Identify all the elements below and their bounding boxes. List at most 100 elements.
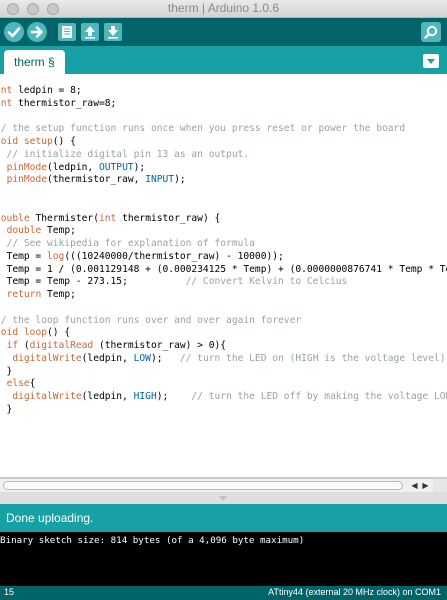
verify-button[interactable] — [4, 22, 24, 42]
tab-therm[interactable]: therm § — [4, 50, 65, 74]
code-token: (ledpin, — [47, 161, 99, 173]
save-sketch-button[interactable] — [104, 23, 122, 41]
code-token: ); — [174, 174, 186, 186]
code-token: digitalWrite — [12, 352, 82, 364]
code-token: } — [0, 187, 1, 198]
code-line[interactable]: // the loop function runs over and over … — [0, 315, 447, 328]
code-token: Temp; — [47, 225, 76, 237]
code-line[interactable]: double Temp; — [0, 225, 447, 238]
code-line[interactable]: int ledpin = 8; — [0, 85, 447, 98]
code-token: // the setup function runs once when you… — [0, 123, 406, 135]
code-token: setup — [23, 136, 53, 147]
code-token: OUTPUT — [98, 161, 134, 173]
code-line[interactable]: return Temp; — [0, 289, 447, 302]
serial-monitor-button[interactable] — [421, 22, 441, 42]
code-line[interactable]: ​ — [0, 200, 447, 213]
magnifier-icon — [424, 25, 438, 39]
code-line[interactable]: } — [0, 429, 447, 442]
code-token: INPUT — [145, 174, 175, 186]
code-token: // See wikipedia for explanation of form… — [0, 238, 255, 249]
window-title: therm | Arduino 1.0.6 — [167, 1, 280, 15]
code-line[interactable]: void loop() { — [0, 327, 447, 340]
code-token: // initialize digital pin 13 as an outpu… — [0, 148, 250, 160]
console-output[interactable]: Binary sketch size: 814 bytes (of a 4,09… — [0, 532, 447, 586]
upload-button[interactable] — [27, 22, 47, 42]
code-line[interactable]: ​ — [0, 111, 447, 124]
code-token: } — [6, 403, 13, 415]
line-number: 15 — [4, 587, 15, 597]
code-line[interactable]: Temp = Temp - 273.15; // Convert Kelvin … — [0, 276, 447, 289]
console-line: Binary sketch size: 814 bytes (of a 4,09… — [0, 535, 305, 546]
code-text[interactable]: int ledpin = 8;int thermistor_raw=8;​// … — [0, 85, 447, 442]
triangle-down-icon — [427, 59, 435, 64]
code-token: } — [6, 365, 13, 377]
code-line[interactable]: } — [0, 404, 447, 417]
code-token: (ledpin, — [81, 391, 134, 402]
code-token: Temp; — [47, 289, 76, 300]
code-line[interactable]: ​ — [0, 417, 447, 430]
code-token: (ledpin, — [81, 352, 134, 364]
code-line[interactable]: digitalWrite(ledpin, LOW); // turn the L… — [0, 353, 447, 366]
scroll-left-arrow-icon[interactable]: ◀ — [409, 481, 420, 491]
code-token: return — [6, 289, 47, 300]
up-arrow-icon — [85, 26, 95, 39]
code-line[interactable]: } — [0, 302, 447, 315]
code-token: double — [0, 212, 30, 224]
pane-divider[interactable] — [0, 492, 447, 504]
code-editor[interactable]: int ledpin = 8;int thermistor_raw=8;​// … — [0, 74, 447, 478]
code-line[interactable]: pinMode(thermistor_raw, INPUT); — [0, 174, 447, 187]
code-token: ); — [150, 352, 180, 364]
code-line[interactable]: // the setup function runs once when you… — [0, 123, 447, 136]
status-bar: Done uploading. — [0, 504, 447, 532]
code-line[interactable]: // initialize digital pin 13 as an outpu… — [0, 149, 447, 162]
down-arrow-icon — [108, 26, 118, 39]
code-line[interactable]: // See wikipedia for explanation of form… — [0, 238, 447, 251]
open-sketch-button[interactable] — [81, 23, 99, 41]
code-line[interactable]: void setup() { — [0, 136, 447, 149]
code-line[interactable]: Temp = log(((10240000/thermistor_raw) - … — [0, 251, 447, 264]
code-token: if — [6, 340, 24, 351]
toolbar — [0, 18, 447, 46]
right-arrow-icon — [30, 26, 43, 38]
checkmark-icon — [7, 27, 21, 38]
code-token: thermistor_raw) { — [122, 212, 221, 224]
scroll-right-arrow-icon[interactable]: ▶ — [420, 481, 431, 491]
code-line[interactable]: } — [0, 366, 447, 379]
horizontal-scrollbar[interactable]: ◀ ▶ — [0, 478, 447, 492]
code-line[interactable]: if (digitalRead (thermistor_raw) > 0){ — [0, 340, 447, 353]
code-token: pinMode — [6, 174, 47, 186]
code-line[interactable]: } — [0, 187, 447, 200]
code-line[interactable]: digitalWrite(ledpin, HIGH); // turn the … — [0, 391, 447, 404]
status-message: Done uploading. — [6, 511, 94, 525]
code-token: // turn the LED off by making the voltag… — [191, 391, 447, 402]
code-token: // the loop function runs over and over … — [0, 314, 302, 326]
code-token: () { — [47, 327, 71, 339]
new-sketch-button[interactable] — [58, 23, 76, 41]
code-token: digitalRead — [29, 340, 94, 351]
code-token: void — [0, 327, 19, 339]
code-line[interactable]: pinMode(ledpin, OUTPUT); — [0, 162, 447, 175]
code-token: int — [98, 212, 123, 224]
footer-bar: 15 ATtiny44 (external 20 MHz clock) on C… — [0, 586, 447, 600]
code-line[interactable]: else{ — [0, 378, 447, 391]
tab-menu-button[interactable] — [423, 54, 439, 68]
code-token: LOW — [133, 352, 151, 364]
code-token: Temp = — [0, 250, 47, 262]
code-token: () { — [52, 136, 76, 147]
code-line[interactable]: Temp = 1 / (0.001129148 + (0.000234125 *… — [0, 264, 447, 277]
code-token: (((10240000/thermistor_raw) - 10000)); — [64, 250, 284, 262]
code-token: Temp = 1 / (0.001129148 + (0.000234125 *… — [6, 263, 447, 275]
window-titlebar: therm | Arduino 1.0.6 — [0, 0, 447, 18]
code-token: double — [6, 225, 47, 237]
code-token: Temp = Temp - 273.15; — [0, 276, 186, 288]
code-line[interactable]: double Thermister(int thermistor_raw) { — [0, 213, 447, 226]
new-document-icon — [62, 26, 72, 38]
code-token: // Convert Kelvin to Celcius — [185, 276, 348, 288]
code-token: pinMode — [6, 161, 47, 173]
code-token: (thermistor_raw) > 0){ — [93, 340, 227, 351]
code-token: HIGH — [133, 391, 157, 402]
code-line[interactable]: int thermistor_raw=8; — [0, 98, 447, 111]
scrollbar-thumb[interactable] — [3, 481, 403, 490]
